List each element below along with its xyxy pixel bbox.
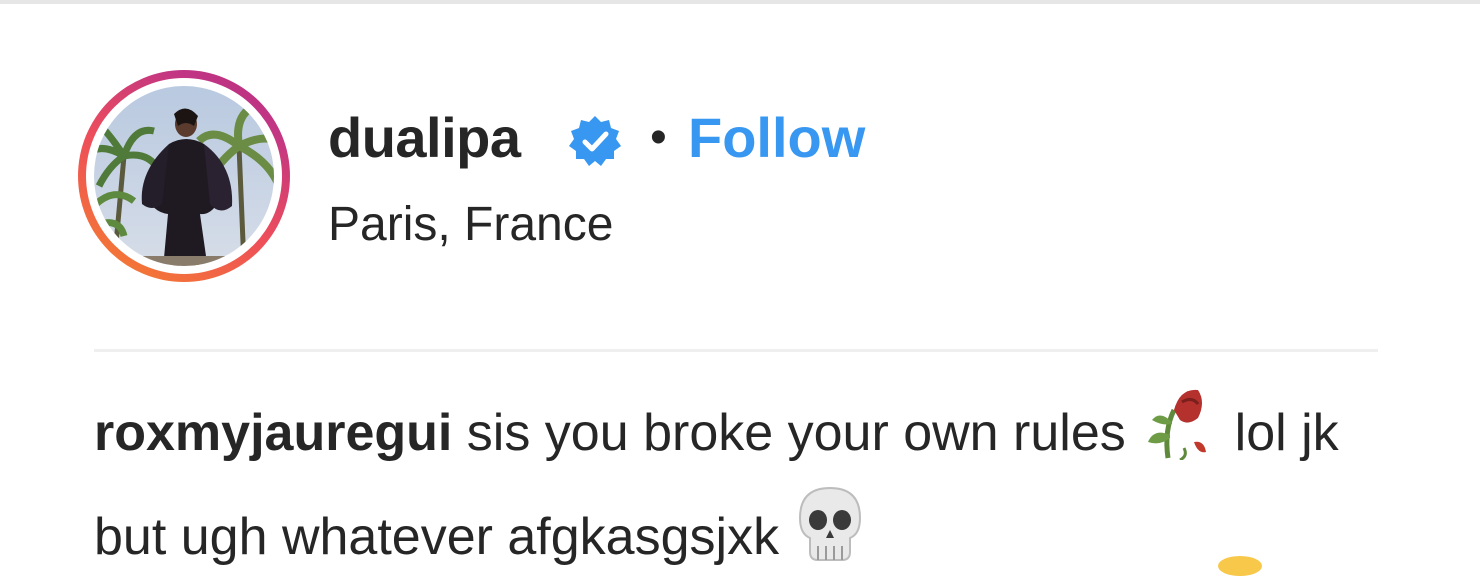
partial-emoji-icon [1218,556,1262,576]
wilted-rose-icon [1140,380,1220,484]
skull-icon [794,484,866,588]
top-border [0,0,1480,4]
username[interactable]: dualipa [328,106,521,170]
location-link[interactable]: Paris, France [328,196,613,254]
post-header: dualipa • Follow Paris, France [78,70,978,286]
avatar-image [94,86,274,266]
follow-button[interactable]: Follow [688,106,865,170]
comment-text-part1: sis you broke your own rules [452,404,1141,462]
divider [94,349,1378,352]
verified-badge-icon [568,114,622,168]
separator-dot: • [650,111,667,164]
comment-author[interactable]: roxmyjauregui [94,404,452,462]
avatar[interactable] [94,86,274,266]
comment: roxmyjauregui sis you broke your own rul… [94,380,1384,588]
